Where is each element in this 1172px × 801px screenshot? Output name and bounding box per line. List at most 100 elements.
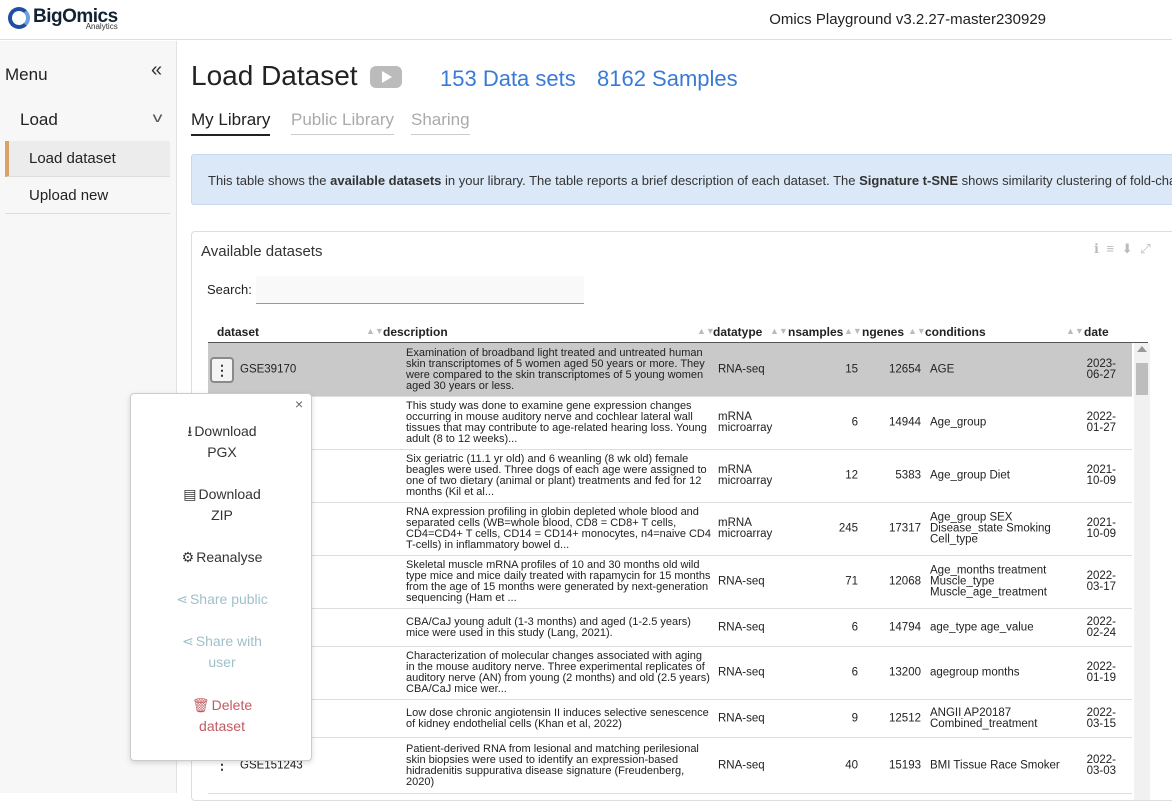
cell-ngenes: 14794 xyxy=(889,621,921,633)
cell-date-md: 03-17 xyxy=(1086,581,1116,593)
cell-date: 2022- 03-15 xyxy=(1086,707,1116,730)
cell-conditions: BMI Tissue Race Smoker xyxy=(930,759,1060,771)
column-header-datatype[interactable]: datatype xyxy=(713,325,762,339)
cell-ngenes: 5383 xyxy=(895,469,921,482)
column-header-ngenes[interactable]: ngenes xyxy=(862,325,904,339)
download-pgx-button[interactable]: ⭳ Download PGX xyxy=(131,421,313,463)
cell-date-md: 10-09 xyxy=(1086,528,1116,540)
table-row[interactable]: CBA/CaJ young adult (1-3 months) and age… xyxy=(208,609,1132,647)
sidebar-item-upload-new[interactable]: Upload new xyxy=(5,178,170,214)
panel-toolbar-icons[interactable]: ℹ ≡ ⬇ ⤢ xyxy=(1094,241,1153,257)
cell-nsamples: 6 xyxy=(851,416,858,429)
info-text-pre: This table shows the xyxy=(208,173,331,188)
cell-conditions: AGE xyxy=(930,363,955,375)
delete-dataset-button[interactable]: 🗑 Delete dataset xyxy=(131,695,313,737)
table-scrollbar[interactable] xyxy=(1134,343,1150,800)
tab-sharing[interactable]: Sharing xyxy=(411,110,470,135)
cell-date: 2022- 03-03 xyxy=(1086,754,1116,777)
sort-icon[interactable]: ▲▼ xyxy=(908,326,926,336)
datasets-count: 153 Data sets xyxy=(440,66,576,91)
cell-date: 2023- 06-27 xyxy=(1086,358,1116,381)
info-banner: This table shows the available datasets … xyxy=(191,154,1172,205)
download-zip-button[interactable]: ▤ Download ZIP xyxy=(131,484,313,526)
column-header-conditions[interactable]: conditions xyxy=(925,325,986,339)
info-text-bold-1: available datasets xyxy=(330,173,442,188)
share-icon: ⋖ xyxy=(182,633,194,649)
share-with-user-button[interactable]: ⋖ Share with user xyxy=(131,631,313,673)
share-public-label: Share public xyxy=(189,591,268,607)
sort-icon[interactable]: ▲▼ xyxy=(1066,326,1084,336)
panel-title: Available datasets xyxy=(201,243,323,260)
scroll-up-arrow-icon[interactable] xyxy=(1137,346,1147,352)
download-zip-label-2: ZIP xyxy=(211,507,233,523)
cell-conditions: age_type age_value xyxy=(930,621,1034,633)
cell-ngenes: 12512 xyxy=(889,712,921,724)
column-header-dataset[interactable]: dataset xyxy=(217,325,259,339)
row-menu-button[interactable]: ⋮ xyxy=(210,356,234,383)
cell-datatype: RNA-seq xyxy=(718,363,765,375)
cell-description: CBA/CaJ young adult (1-3 months) and age… xyxy=(406,615,691,639)
tab-my-library[interactable]: My Library xyxy=(191,110,271,136)
table-row[interactable]: This study was done to examine gene expr… xyxy=(208,397,1132,450)
sidebar-item-load-dataset[interactable]: Load dataset xyxy=(5,141,170,177)
table-row[interactable]: og Six geriatric (11.1 yr old) and 6 wea… xyxy=(208,450,1132,503)
share-user-label-1: Share with xyxy=(195,633,262,649)
column-header-nsamples[interactable]: nsamples xyxy=(788,325,843,339)
search-input[interactable] xyxy=(256,276,584,304)
info-text-bold-2: Signature t-SNE xyxy=(859,173,959,188)
sort-icon[interactable]: ▲▼ xyxy=(770,326,788,336)
collapse-sidebar-icon[interactable]: « xyxy=(151,59,162,82)
cell-conditions: agegroup months xyxy=(930,666,1020,679)
datasets-panel: Available datasets ℹ ≡ ⬇ ⤢ Search: datas… xyxy=(191,231,1172,801)
app-version: Omics Playground v3.2.27-master230929 xyxy=(769,11,1046,28)
info-text-mid: in your library. The table reports a bri… xyxy=(441,173,860,188)
download-zip-label-1: Download xyxy=(198,486,261,502)
cell-ngenes: 15193 xyxy=(889,759,921,771)
cell-datatype: mRNA microarray xyxy=(718,517,773,540)
cell-description: RNA expression profiling in globin deple… xyxy=(406,506,711,551)
gears-icon: ⚙ xyxy=(181,549,195,565)
download-pgx-label-1: Download xyxy=(194,423,257,439)
cell-datatype: RNA-seq xyxy=(718,666,765,679)
cell-date: 2021- 10-09 xyxy=(1086,464,1116,487)
cell-conditions: Age_group xyxy=(930,416,987,429)
cell-description: Characterization of molecular changes as… xyxy=(406,650,710,695)
cell-date: 2022- 03-17 xyxy=(1086,570,1116,593)
delete-label-2: dataset xyxy=(199,718,245,734)
cell-description: Skeletal muscle mRNA profiles of 10 and … xyxy=(406,559,711,604)
cell-date-md: 02-24 xyxy=(1086,626,1116,639)
cell-datatype: mRNA microarray xyxy=(718,411,773,434)
cell-nsamples: 15 xyxy=(845,363,858,375)
sort-icon[interactable]: ▲▼ xyxy=(844,326,862,336)
sort-icon[interactable]: ▲▼ xyxy=(366,326,384,336)
cell-date-md: 01-19 xyxy=(1086,672,1116,684)
video-play-icon[interactable] xyxy=(370,66,402,88)
cell-date-md: 01-27 xyxy=(1086,422,1116,434)
table-row[interactable]: ⋮ GSE151243 Patient-derived RNA from les… xyxy=(208,738,1132,794)
bigomics-logo[interactable]: BigOmics Analytics xyxy=(8,7,118,31)
cell-dataset: GSE151243 xyxy=(240,759,303,771)
cell-datatype: RNA-seq xyxy=(718,575,765,588)
cell-conditions: Age_group Diet xyxy=(930,469,1010,482)
close-icon[interactable]: × xyxy=(295,396,303,412)
reanalyse-button[interactable]: ⚙ Reanalyse xyxy=(131,547,313,568)
chevron-down-icon[interactable]: v xyxy=(153,109,163,125)
cell-conditions: Age_months treatment Muscle_type Muscle_… xyxy=(930,564,1047,599)
scroll-thumb[interactable] xyxy=(1136,363,1148,395)
column-header-description[interactable]: description xyxy=(383,325,448,339)
table-row[interactable]: Skeletal muscle mRNA profiles of 10 and … xyxy=(208,556,1132,609)
tab-public-library[interactable]: Public Library xyxy=(291,110,394,135)
cell-description: This study was done to examine gene expr… xyxy=(406,400,707,445)
sidebar-section-load[interactable]: Load xyxy=(20,110,58,130)
samples-count: 8162 Samples xyxy=(597,66,738,91)
reanalyse-label: Reanalyse xyxy=(196,549,263,565)
cell-date-md: 06-27 xyxy=(1086,368,1116,381)
share-public-button[interactable]: ⋖ Share public xyxy=(131,589,313,610)
table-row[interactable]: Characterization of molecular changes as… xyxy=(208,647,1132,700)
cell-datatype: RNA-seq xyxy=(718,759,765,771)
table-row[interactable]: ⋮ GSE39170 Examination of broadband ligh… xyxy=(208,343,1132,397)
table-row[interactable]: Low dose chronic angiotensin II induces … xyxy=(208,700,1132,738)
table-row[interactable]: RNA expression profiling in globin deple… xyxy=(208,503,1132,556)
column-header-date[interactable]: date xyxy=(1084,325,1109,339)
download-pgx-label-2: PGX xyxy=(207,444,237,460)
